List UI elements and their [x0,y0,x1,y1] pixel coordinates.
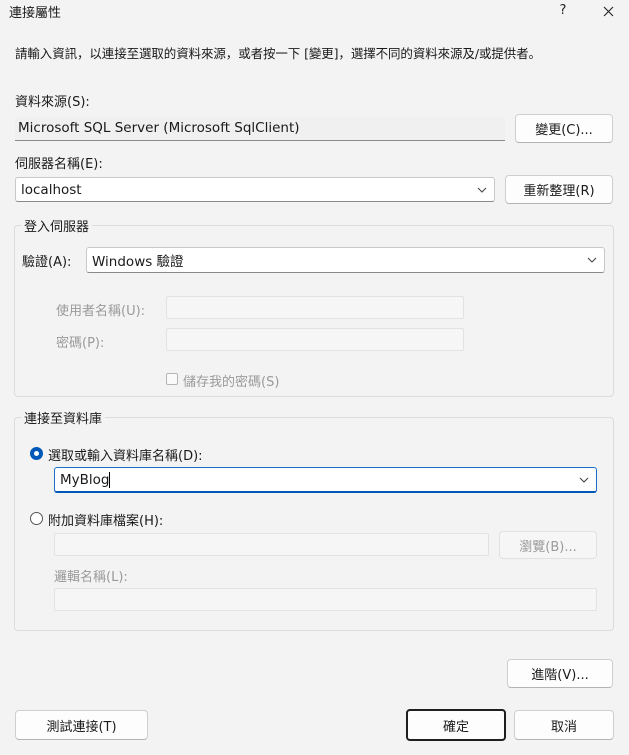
select-database-label: 選取或輸入資料庫名稱(D): [48,449,203,464]
database-name-combo[interactable]: MyBlog [54,467,597,493]
database-name-value: MyBlog [60,471,110,488]
select-database-radio[interactable] [30,447,43,460]
attach-database-radio[interactable] [30,512,43,525]
auth-value: Windows 驗證 [92,254,184,270]
logical-name-label: 邏輯名稱(L): [54,570,128,585]
save-password-label: 儲存我的密碼(S) [183,375,280,390]
auth-combo[interactable]: Windows 驗證 [86,247,605,273]
password-field[interactable] [166,328,464,351]
chevron-down-icon [579,477,589,483]
text-caret [109,471,111,488]
close-icon [603,6,613,17]
chevron-down-icon [477,187,487,193]
server-name-label: 伺服器名稱(E): [15,157,103,172]
attach-file-field[interactable] [54,533,489,556]
server-name-combo[interactable]: localhost [15,177,495,202]
ok-button[interactable]: 確定 [406,709,506,741]
attach-database-label: 附加資料庫檔案(H): [48,514,164,529]
change-button[interactable]: 變更(C)... [515,114,613,143]
help-button[interactable]: ? [543,0,583,22]
username-field[interactable] [166,296,464,319]
test-connection-button[interactable]: 測試連接(T) [15,710,148,740]
password-label: 密碼(P): [56,336,105,351]
server-name-value: localhost [21,181,82,198]
logical-name-field[interactable] [54,588,597,611]
chevron-down-icon [587,257,597,263]
close-button[interactable] [588,0,628,22]
browse-button[interactable]: 瀏覽(B)... [499,531,597,559]
username-label: 使用者名稱(U): [56,304,146,319]
data-source-field: Microsoft SQL Server (Microsoft SqlClien… [15,117,505,141]
advanced-button[interactable]: 進階(V)... [507,659,613,688]
window-title: 連接屬性 [9,6,62,21]
database-group-title: 連接至資料庫 [21,408,106,427]
intro-text: 請輸入資訊，以連接至選取的資料來源，或者按一下 [變更]，選擇不同的資料來源及/… [15,46,541,61]
refresh-button[interactable]: 重新整理(R) [505,175,613,204]
auth-label: 驗證(A): [22,255,72,270]
cancel-button[interactable]: 取消 [514,710,614,740]
data-source-label: 資料來源(S): [15,95,90,110]
login-group-title: 登入伺服器 [21,216,93,235]
save-password-checkbox[interactable] [166,373,178,385]
